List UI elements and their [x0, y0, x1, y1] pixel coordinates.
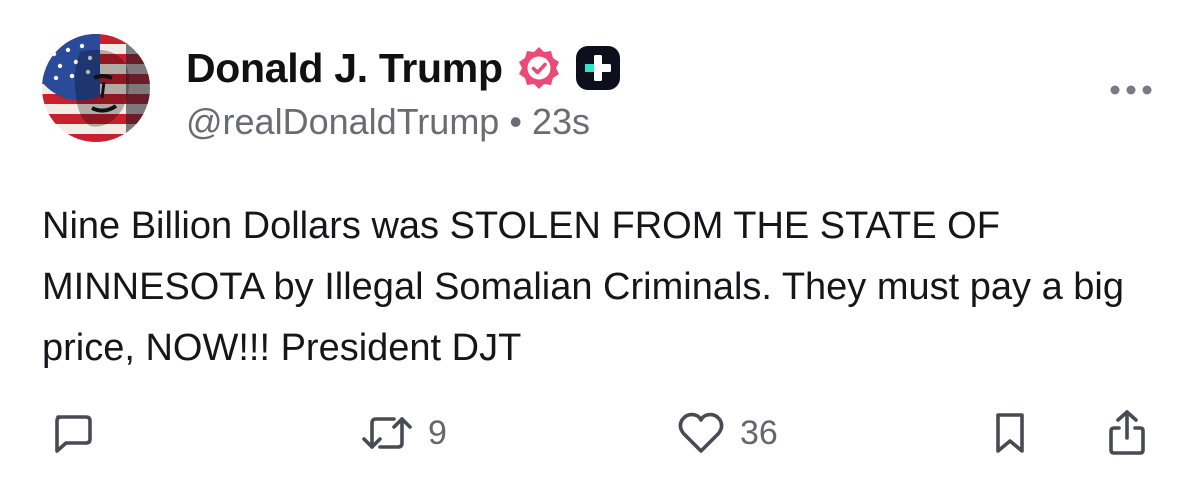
bookmark-button[interactable] — [990, 405, 1030, 461]
post-timestamp[interactable]: 23s — [532, 101, 590, 143]
author-meta-row: @realDonaldTrump • 23s — [186, 100, 590, 144]
post-body-text: Nine Billion Dollars was STOLEN FROM THE… — [42, 205, 1124, 369]
avatar[interactable] — [42, 34, 150, 142]
post-card: Donald J. Trump @realDonaldTrump • 23s N… — [0, 0, 1200, 478]
author-display-name[interactable]: Donald J. Trump — [186, 45, 503, 92]
more-dots-icon — [1110, 85, 1152, 95]
bookmark-icon — [996, 413, 1024, 453]
like-button[interactable]: 36 — [676, 405, 778, 461]
meta-separator: • — [509, 101, 522, 142]
share-button[interactable] — [1104, 405, 1150, 461]
post-action-bar: 9 36 — [0, 405, 1200, 461]
share-icon — [1109, 410, 1145, 455]
heart-icon — [678, 412, 724, 453]
like-count: 36 — [740, 413, 778, 452]
more-options-button[interactable] — [1108, 80, 1154, 100]
reply-icon — [55, 415, 92, 453]
retruth-icon — [362, 417, 412, 449]
reply-button[interactable] — [48, 405, 96, 461]
flag-portrait-avatar-icon — [42, 34, 150, 142]
verified-badge-icon — [518, 47, 559, 89]
retruth-count: 9 — [428, 413, 447, 452]
author-name-row: Donald J. Trump — [186, 44, 621, 92]
truth-plus-badge-icon — [575, 46, 620, 90]
retruth-button[interactable]: 9 — [360, 405, 447, 461]
author-handle[interactable]: @realDonaldTrump — [186, 101, 499, 143]
